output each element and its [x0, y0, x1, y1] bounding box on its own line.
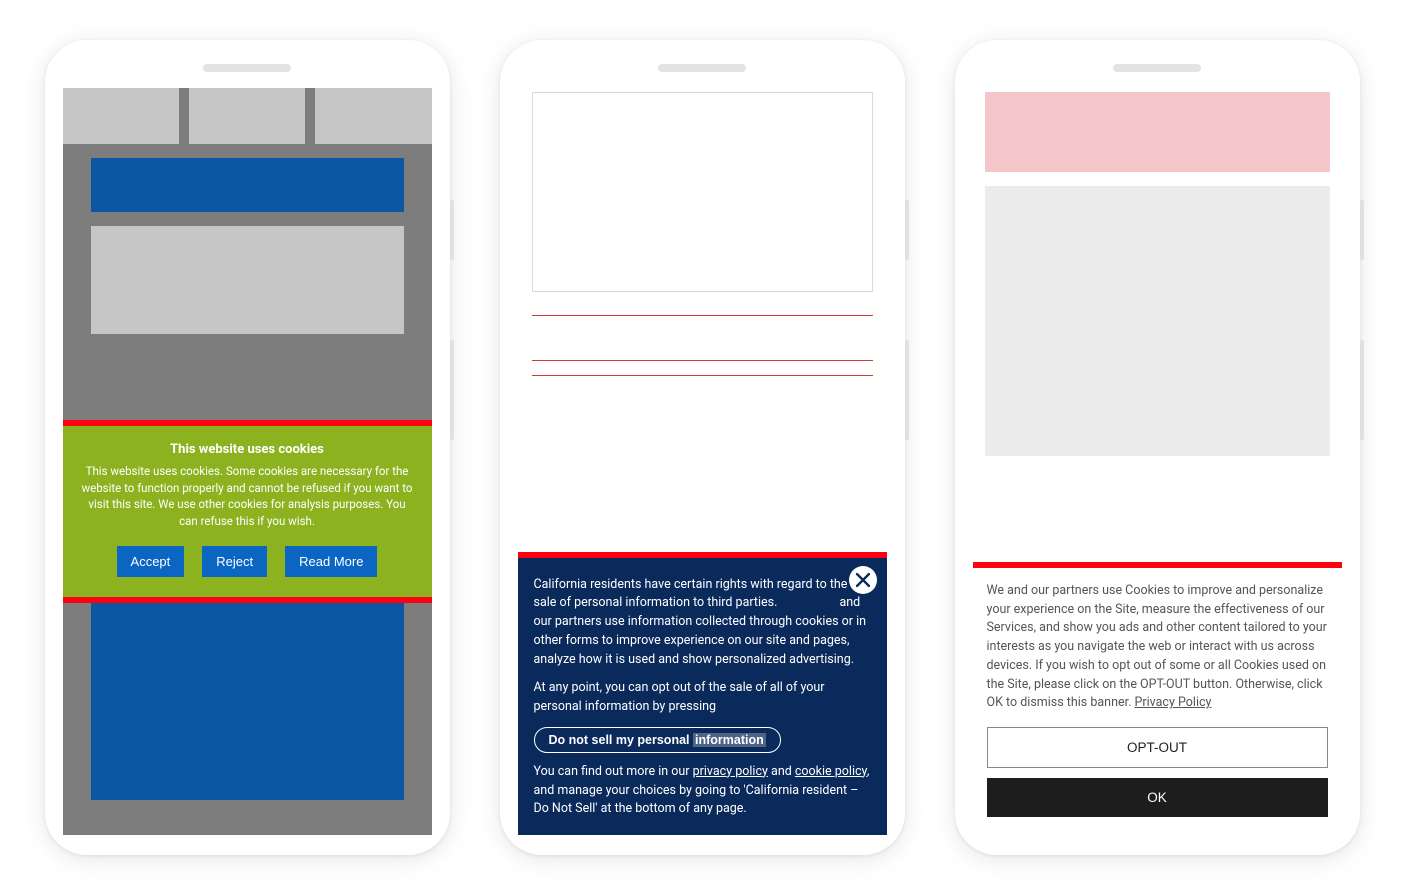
phone-speaker	[203, 64, 291, 72]
cookie-text-segment: You can find out more in our	[534, 764, 693, 779]
phone-screen: We and our partners use Cookies to impro…	[973, 88, 1342, 835]
cookie-banner-highlight: This website uses cookies This website u…	[63, 420, 432, 603]
cookie-banner-text: We and our partners use Cookies to impro…	[987, 582, 1328, 713]
cookie-banner-text: This website uses cookies. Some cookies …	[81, 463, 414, 530]
cookie-text-segment: and	[768, 764, 795, 779]
cookie-banner-buttons: OPT-OUT OK	[987, 727, 1328, 817]
cookie-banner-text: California residents have certain rights…	[534, 576, 871, 670]
phone-side-button	[450, 200, 454, 260]
accept-button[interactable]: Accept	[117, 546, 185, 577]
cookie-banner-highlight: California residents have certain rights…	[518, 552, 887, 836]
cookie-text-segment: We and our partners use Cookies to impro…	[987, 583, 1327, 711]
placeholder-block	[91, 576, 404, 800]
phone-mockup-1: This website uses cookies This website u…	[45, 40, 450, 855]
placeholder-line	[532, 302, 873, 316]
cookie-banner: This website uses cookies This website u…	[63, 426, 432, 597]
button-label-highlight: information	[693, 733, 766, 747]
cookie-banner: We and our partners use Cookies to impro…	[973, 568, 1342, 835]
placeholder-line	[532, 360, 873, 361]
phone-screen: This website uses cookies This website u…	[63, 88, 432, 835]
phone-mockup-2: California residents have certain rights…	[500, 40, 905, 855]
cookie-banner: California residents have certain rights…	[518, 558, 887, 836]
cookie-banner-buttons: Accept Reject Read More	[81, 546, 414, 577]
placeholder-row	[63, 88, 432, 144]
phone-side-button	[1360, 200, 1364, 260]
privacy-policy-link[interactable]: Privacy Policy	[1135, 695, 1212, 710]
phone-screen: California residents have certain rights…	[518, 88, 887, 835]
opt-out-button[interactable]: OPT-OUT	[987, 727, 1328, 768]
placeholder-block	[532, 92, 873, 292]
close-icon[interactable]	[849, 566, 877, 594]
cookie-banner-title: This website uses cookies	[81, 442, 414, 457]
cookie-banner-text: You can find out more in our privacy pol…	[534, 763, 871, 819]
phone-speaker	[658, 64, 746, 72]
phone-side-button	[450, 340, 454, 440]
cookie-banner-text: At any point, you can opt out of the sal…	[534, 679, 871, 717]
placeholder-block	[91, 158, 404, 212]
do-not-sell-button[interactable]: Do not sell my personal information	[534, 727, 781, 753]
phone-side-button	[905, 200, 909, 260]
reject-button[interactable]: Reject	[202, 546, 267, 577]
placeholder-block	[985, 92, 1330, 172]
ok-button[interactable]: OK	[987, 778, 1328, 817]
placeholder-block	[91, 226, 404, 334]
phone-mockup-3: We and our partners use Cookies to impro…	[955, 40, 1360, 855]
placeholder-line	[532, 375, 873, 376]
cookie-policy-link[interactable]: cookie policy	[795, 764, 867, 779]
privacy-policy-link[interactable]: privacy policy	[693, 764, 768, 779]
read-more-button[interactable]: Read More	[285, 546, 377, 577]
phone-side-button	[1360, 340, 1364, 440]
button-label-segment: Do not sell my personal	[549, 733, 693, 747]
phone-side-button	[905, 340, 909, 440]
placeholder-block	[985, 186, 1330, 456]
cookie-banner-highlight: We and our partners use Cookies to impro…	[973, 562, 1342, 835]
phone-speaker	[1113, 64, 1201, 72]
